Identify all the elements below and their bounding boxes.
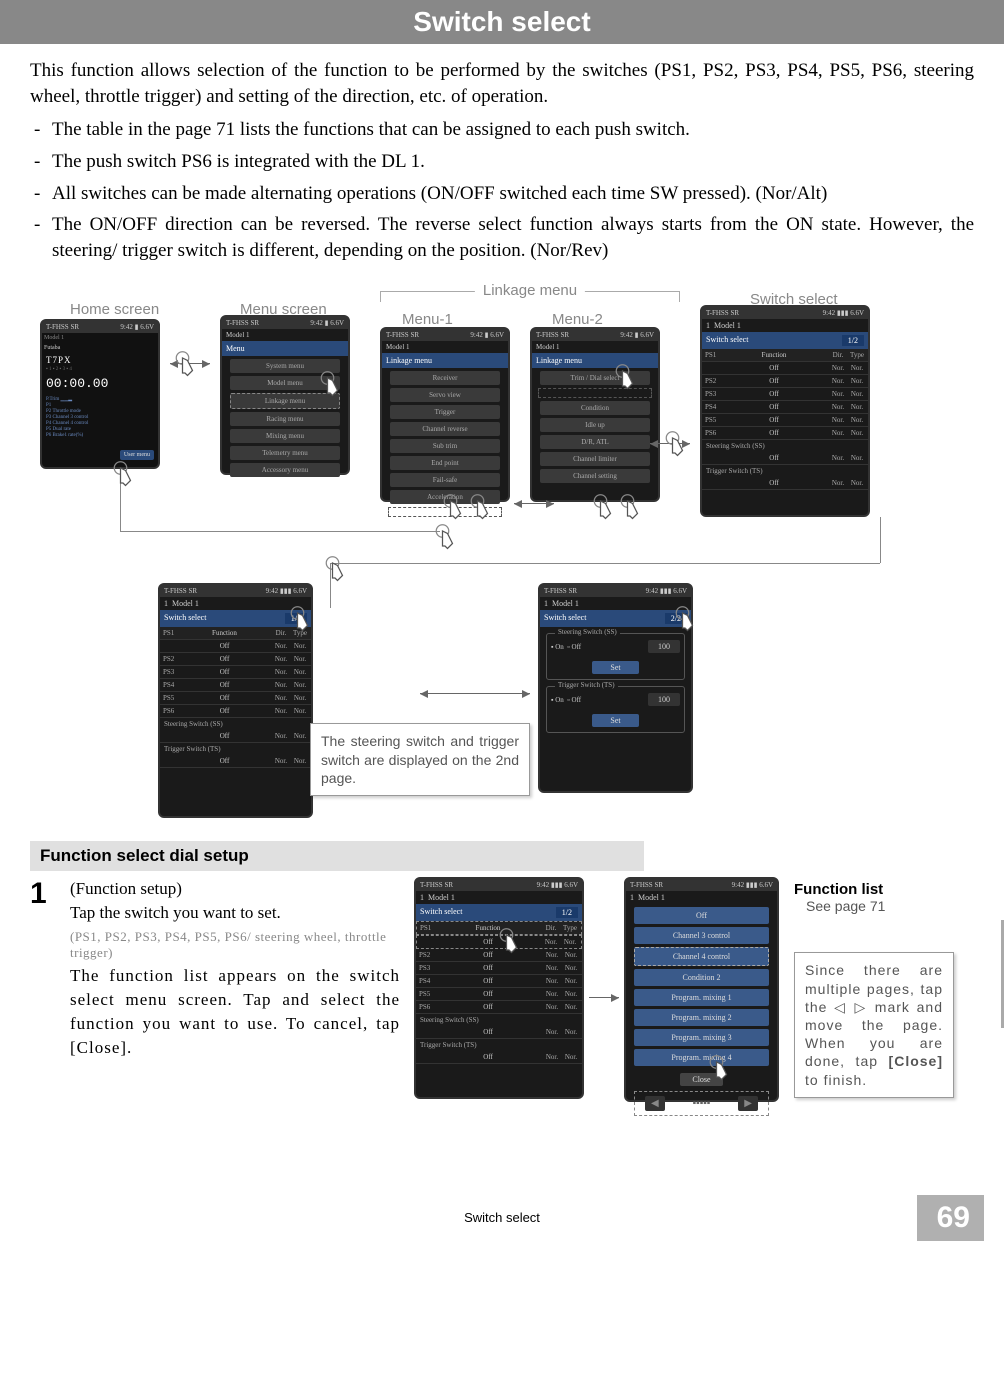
page-title: Switch select <box>0 0 1004 44</box>
intro-block: This function allows selection of the fu… <box>30 58 974 109</box>
note-multi-page: Since there are multiple pages, tap the … <box>794 952 954 1097</box>
tap-pointer-icon <box>320 553 350 583</box>
linkage-menu-2: T-FHSS SR9:42 ▮ 6.6V Model 1 Linkage men… <box>530 327 660 502</box>
tap-pointer-icon <box>670 603 700 633</box>
tap-pointer-icon <box>108 458 138 488</box>
next-icon: ▶ <box>738 1096 758 1111</box>
page-number: 69 <box>917 1195 984 1241</box>
step-line-2: The function list appears on the switch … <box>70 964 400 1059</box>
step-line-1: Tap the switch you want to set. <box>70 901 400 925</box>
tap-pointer-icon <box>315 368 345 398</box>
switch-select-screen-1: T-FHSS SR9:42 ▮▮▮ 6.6V 1 Model 1 Switch … <box>700 305 870 517</box>
section-header: Function select dial setup <box>30 841 644 871</box>
step-setup-heading: (Function setup) <box>70 877 400 901</box>
switch-select-screen-step: T-FHSS SR9:42 ▮▮▮ 6.6V 1 Model 1 Switch … <box>414 877 584 1099</box>
tap-pointer-icon <box>285 603 315 633</box>
tap-pointer-icon <box>430 521 460 551</box>
tap-pointer-icon <box>170 348 200 378</box>
bullet-list: -The table in the page 71 lists the func… <box>30 117 974 263</box>
tap-pointer-icon <box>494 925 524 955</box>
bullet-3: All switches can be made alternating ope… <box>52 181 974 207</box>
linkage-menu-1: T-FHSS SR9:42 ▮ 6.6V Model 1 Linkage men… <box>380 327 510 502</box>
label-menu1: Menu-1 <box>402 311 453 328</box>
bullet-1: The table in the page 71 lists the funct… <box>52 117 974 143</box>
function-list-ref: See page 71 <box>806 898 885 914</box>
footer-title: Switch select <box>464 1210 540 1225</box>
tap-pointer-icon <box>438 491 468 521</box>
tap-pointer-icon <box>660 428 690 458</box>
label-home: Home screen <box>70 301 159 318</box>
tap-pointer-icon <box>610 361 640 391</box>
step-number: 1 <box>30 877 56 1177</box>
tap-pointer-icon <box>465 491 495 521</box>
prev-icon: ◀ <box>645 1096 665 1111</box>
step-1: 1 (Function setup) Tap the switch you wa… <box>30 877 974 1177</box>
home-screen: T-FHSS SR9:42 ▮ 6.6V Model 1 Futaba T7PX… <box>40 319 160 469</box>
label-linkage: Linkage menu <box>475 282 585 299</box>
tap-pointer-icon <box>615 491 645 521</box>
function-list-screen: T-FHSS SR9:42 ▮▮▮ 6.6V 1 Model 1 Off Cha… <box>624 877 779 1102</box>
bullet-4: The ON/OFF direction can be reversed. Th… <box>52 212 974 263</box>
intro-text: This function allows selection of the fu… <box>30 58 974 109</box>
label-menu2: Menu-2 <box>552 311 603 328</box>
navigation-diagram: Home screen Menu screen Linkage menu Men… <box>30 273 974 833</box>
note-2nd-page: The steering switch and trigger switch a… <box>310 723 530 796</box>
tap-pointer-icon <box>588 491 618 521</box>
bullet-2: The push switch PS6 is integrated with t… <box>52 149 974 175</box>
tap-pointer-icon <box>704 1052 734 1082</box>
function-list-title: Function list <box>794 881 885 898</box>
step-small: (PS1, PS2, PS3, PS4, PS5, PS6/ steering … <box>70 929 400 960</box>
